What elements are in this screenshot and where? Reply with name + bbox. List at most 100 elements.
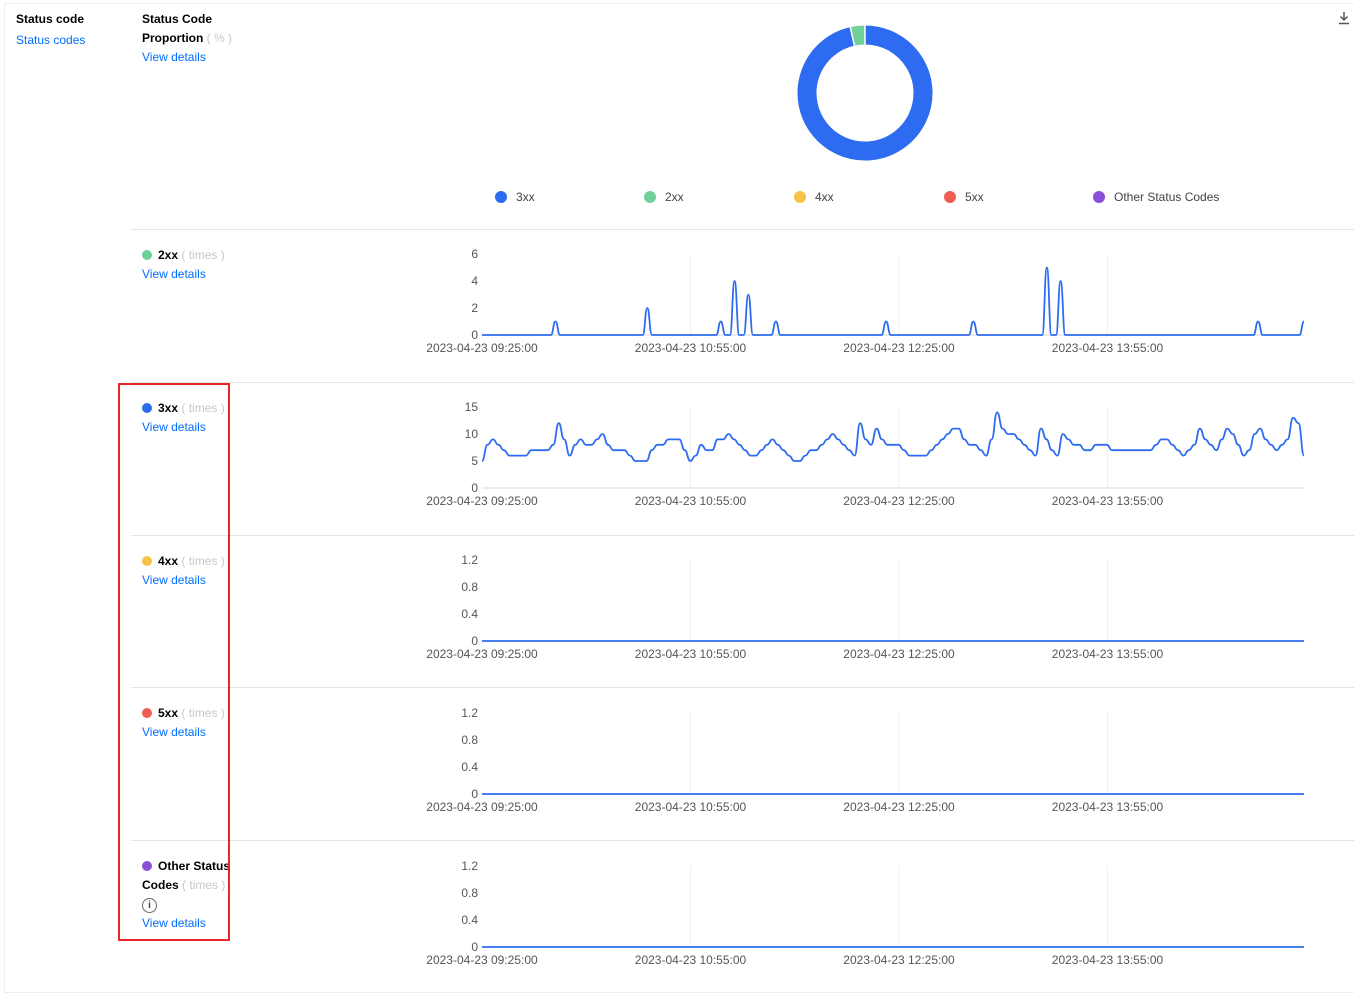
y-tick-label: 0.8 (461, 580, 478, 594)
legend-item-5xx[interactable]: 5xx (944, 190, 984, 204)
legend-dot-4xx (794, 191, 806, 203)
dot-2xx (142, 250, 152, 260)
proportion-title-line2: Proportion (142, 31, 204, 45)
status-proportion-donut (797, 25, 933, 161)
x-tick-label: 2023-04-23 13:55:00 (1052, 953, 1164, 967)
proportion-view-details-link[interactable]: View details (142, 48, 232, 67)
view-details-2xx-link[interactable]: View details (142, 265, 225, 284)
proportion-label: Status Code Proportion ( % ) View detail… (142, 10, 232, 67)
legend-item-4xx[interactable]: 4xx (794, 190, 834, 204)
panel-unit-3xx: ( times ) (181, 401, 225, 415)
legend-dot-2xx (644, 191, 656, 203)
proportion-unit: ( % ) (206, 31, 233, 45)
x-tick-label: 2023-04-23 09:25:00 (426, 341, 538, 355)
y-tick-label: 0.8 (461, 733, 478, 747)
panel-label-5xx: 5xx ( times ) View details (142, 704, 225, 742)
view-details-other-link[interactable]: View details (142, 914, 230, 933)
legend-label-5xx: 5xx (965, 190, 984, 204)
x-tick-label: 2023-04-23 10:55:00 (635, 341, 747, 355)
row-divider (131, 229, 1354, 230)
panel-title-5xx: 5xx (158, 706, 179, 720)
download-icon[interactable] (1337, 11, 1351, 25)
x-tick-label: 2023-04-23 13:55:00 (1052, 800, 1164, 814)
sidebar-title: Status code (16, 12, 85, 26)
x-tick-label: 2023-04-23 12:25:00 (843, 341, 955, 355)
dot-other (142, 861, 152, 871)
y-tick-label: 1.2 (461, 553, 478, 567)
line-chart-other: 0 0.4 0.8 1.2 2023-04-23 09:25:00 2023-04-23 … (426, 859, 1304, 967)
x-tick-label: 2023-04-23 10:55:00 (635, 494, 747, 508)
legend-label-2xx: 2xx (665, 190, 684, 204)
y-tick-label: 0.4 (461, 607, 478, 621)
donut-slice-3xx[interactable] (797, 25, 933, 161)
panel-label-4xx: 4xx ( times ) View details (142, 552, 225, 590)
y-tick-label: 0 (471, 787, 478, 801)
legend-label-4xx: 4xx (815, 190, 834, 204)
proportion-title-line1: Status Code (142, 12, 213, 26)
panel-title-other-line1: Other Status (158, 859, 231, 873)
line-chart-5xx: 0 0.4 0.8 1.2 2023-04-23 09:25:00 2023-04-23 … (426, 706, 1304, 814)
panel-label-3xx: 3xx ( times ) View details (142, 399, 225, 437)
line-chart-4xx: 0 0.4 0.8 1.2 2023-04-23 09:25:00 2023-04-23 … (426, 553, 1304, 661)
panel-unit-4xx: ( times ) (181, 554, 225, 568)
x-tick-label: 2023-04-23 10:55:00 (635, 800, 747, 814)
series-line[interactable] (482, 266, 1305, 336)
panel-label-2xx: 2xx ( times ) View details (142, 246, 225, 284)
dot-3xx (142, 403, 152, 413)
x-tick-label: 2023-04-23 13:55:00 (1052, 341, 1164, 355)
y-tick-label: 10 (465, 427, 479, 441)
row-divider (131, 687, 1354, 688)
y-tick-label: 2 (471, 301, 478, 315)
view-details-5xx-link[interactable]: View details (142, 723, 225, 742)
x-tick-label: 2023-04-23 12:25:00 (843, 800, 955, 814)
view-details-3xx-link[interactable]: View details (142, 418, 225, 437)
legend-dot-other (1093, 191, 1105, 203)
x-tick-label: 2023-04-23 09:25:00 (426, 800, 538, 814)
row-divider (131, 535, 1354, 536)
y-tick-label: 6 (471, 247, 478, 261)
panel-title-other-line2: Codes (142, 878, 179, 892)
x-tick-label: 2023-04-23 12:25:00 (843, 494, 955, 508)
legend-dot-3xx (495, 191, 507, 203)
panel-unit-2xx: ( times ) (181, 248, 225, 262)
legend-item-3xx[interactable]: 3xx (495, 190, 535, 204)
y-tick-label: 0 (471, 634, 478, 648)
y-tick-label: 1.2 (461, 706, 478, 720)
y-tick-label: 0 (471, 940, 478, 954)
panel-title-4xx: 4xx (158, 554, 179, 568)
y-tick-label: 5 (471, 454, 478, 468)
panel-label-other: Other Status Codes ( times ) i View deta… (142, 857, 230, 933)
y-tick-label: 0.4 (461, 913, 478, 927)
row-divider (131, 840, 1354, 841)
x-tick-label: 2023-04-23 12:25:00 (843, 647, 955, 661)
legend-item-other[interactable]: Other Status Codes (1093, 190, 1219, 204)
y-tick-label: 0.8 (461, 886, 478, 900)
legend-item-2xx[interactable]: 2xx (644, 190, 684, 204)
legend-label-3xx: 3xx (516, 190, 535, 204)
row-divider (131, 382, 1354, 383)
y-tick-label: 0.4 (461, 760, 478, 774)
x-tick-label: 2023-04-23 13:55:00 (1052, 647, 1164, 661)
x-tick-label: 2023-04-23 09:25:00 (426, 647, 538, 661)
status-codes-link[interactable]: Status codes (16, 33, 85, 47)
y-tick-label: 4 (471, 274, 478, 288)
panel-title-2xx: 2xx (158, 248, 179, 262)
panel-title-3xx: 3xx (158, 401, 179, 415)
panel-unit-other: ( times ) (182, 878, 226, 892)
line-chart-2xx: 0 2 4 6 2023-04-23 09:25:00 2023-04-23 10:55:… (426, 247, 1305, 355)
series-line[interactable] (481, 411, 1305, 462)
info-icon[interactable]: i (142, 898, 157, 913)
y-tick-label: 0 (471, 328, 478, 342)
donut-slice-2xx[interactable] (850, 25, 866, 46)
panel-unit-5xx: ( times ) (181, 706, 225, 720)
view-details-4xx-link[interactable]: View details (142, 571, 225, 590)
legend-dot-5xx (944, 191, 956, 203)
x-tick-label: 2023-04-23 12:25:00 (843, 953, 955, 967)
dot-4xx (142, 556, 152, 566)
line-chart-3xx: 0 5 10 15 2023-04-23 09:25:00 2023-04-23 10:5… (426, 400, 1305, 508)
legend-label-other: Other Status Codes (1114, 190, 1220, 204)
x-tick-label: 2023-04-23 10:55:00 (635, 647, 747, 661)
x-tick-label: 2023-04-23 09:25:00 (426, 953, 538, 967)
x-tick-label: 2023-04-23 09:25:00 (426, 494, 538, 508)
dot-5xx (142, 708, 152, 718)
